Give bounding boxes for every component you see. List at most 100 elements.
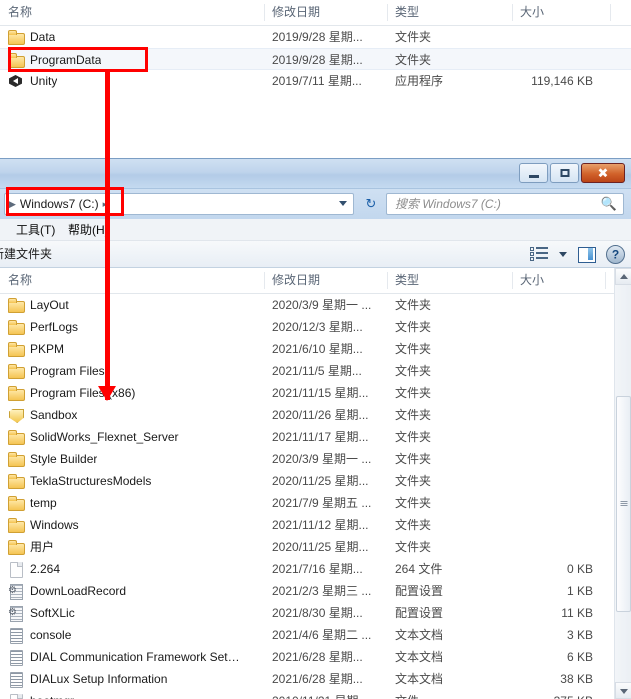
minimize-icon	[528, 175, 539, 178]
column-divider[interactable]	[610, 4, 611, 21]
table-row[interactable]: DownLoadRecord2021/2/3 星期三 ...配置设置1 KB	[0, 580, 631, 602]
menu-bar: 工具(T) 帮助(H)	[0, 219, 631, 241]
close-button[interactable]: ✖	[581, 163, 625, 183]
minimize-button[interactable]	[519, 163, 548, 183]
help-icon[interactable]	[606, 245, 625, 264]
table-row[interactable]: temp 2021/7/9 星期五 ... 文件夹	[0, 492, 631, 514]
table-row[interactable]: LayOut 2020/3/9 星期一 ... 文件夹	[0, 294, 631, 316]
views-icon[interactable]	[530, 245, 549, 264]
table-row[interactable]: bootmgr2010/11/21 星期...文件375 KB	[0, 690, 631, 699]
address-input[interactable]: ▶ Windows7 (C:) ▸	[4, 193, 354, 215]
maximize-icon	[560, 169, 569, 177]
file-name-cell[interactable]: 2.264	[8, 558, 60, 580]
column-header-type[interactable]: 类型	[387, 268, 512, 293]
breadcrumb-drive[interactable]: Windows7 (C:)	[18, 194, 101, 214]
column-header-size[interactable]: 大小	[512, 0, 610, 25]
column-header-name[interactable]: 名称	[0, 268, 264, 293]
address-dropdown-icon[interactable]	[339, 201, 347, 206]
table-row[interactable]: DIALux Setup Information 2021/6/28 星期... 文…	[0, 668, 631, 690]
file-name-cell[interactable]: bootmgr	[8, 690, 74, 699]
table-row[interactable]: SolidWorks_Flexnet_Server 2021/11/17 星期..…	[0, 426, 631, 448]
menu-item[interactable]: 帮助(H)	[68, 219, 109, 241]
folder-icon	[8, 319, 25, 335]
file-size-cell	[470, 26, 593, 48]
table-row[interactable]: Program Files 2021/11/5 星期... 文件夹	[0, 360, 631, 382]
file-name-label: Unity	[30, 74, 58, 88]
search-box[interactable]: 搜索 Windows7 (C:) 🔍	[386, 193, 624, 215]
column-header-date[interactable]: 修改日期	[264, 0, 387, 25]
scrollbar-thumb[interactable]	[616, 396, 631, 612]
column-header-type[interactable]: 类型	[387, 0, 512, 25]
text-document-icon	[8, 649, 24, 666]
maximize-button[interactable]	[550, 163, 579, 183]
file-name-cell[interactable]: Program Files (x86)	[8, 382, 135, 404]
file-name-cell[interactable]: PKPM	[8, 338, 64, 360]
breadcrumb-chevron-icon[interactable]: ▸	[103, 194, 108, 214]
window-titlebar[interactable]: ✖	[0, 159, 631, 189]
config-file-icon	[8, 605, 24, 622]
table-row[interactable]: PKPM 2021/6/10 星期... 文件夹	[0, 338, 631, 360]
table-row[interactable]: TeklaStructuresModels 2020/11/25 星期... 文件夹	[0, 470, 631, 492]
table-row[interactable]: Sandbox 2020/11/26 星期... 文件夹	[0, 404, 631, 426]
file-name-cell[interactable]: DIAL Communication Framework Set…	[8, 646, 240, 668]
file-date-cell: 2020/12/3 星期...	[272, 320, 363, 334]
folder-icon	[8, 495, 25, 511]
top-column-header: 名称 修改日期 类型 大小	[0, 0, 631, 26]
file-size-cell	[470, 536, 593, 558]
folder-icon	[8, 385, 25, 401]
table-row[interactable]: Program Files (x86) 2021/11/15 星期... 文件夹	[0, 382, 631, 404]
table-row[interactable]: Unity 2019/7/11 星期... 应用程序 119,146 KB	[0, 70, 631, 92]
search-placeholder: 搜索 Windows7 (C:)	[395, 197, 501, 211]
file-name-cell[interactable]: console	[8, 624, 71, 646]
file-name-cell[interactable]: Data	[8, 26, 55, 48]
table-row[interactable]: DIAL Communication Framework Set… 2021/6/…	[0, 646, 631, 668]
file-name-cell[interactable]: SolidWorks_Flexnet_Server	[8, 426, 179, 448]
file-name-cell[interactable]: ProgramData	[8, 49, 101, 71]
table-row[interactable]: SoftXLic2021/8/30 星期...配置设置11 KB	[0, 602, 631, 624]
breadcrumb-back-arrow-icon[interactable]: ▶	[9, 194, 16, 214]
table-row[interactable]: Style Builder 2020/3/9 星期一 ... 文件夹	[0, 448, 631, 470]
scroll-down-button[interactable]	[615, 682, 631, 699]
file-name-cell[interactable]: temp	[8, 492, 57, 514]
table-row[interactable]: Data 2019/9/28 星期... 文件夹	[0, 26, 631, 48]
column-header-date[interactable]: 修改日期	[264, 268, 387, 293]
file-name-cell[interactable]: DIALux Setup Information	[8, 668, 167, 690]
file-name-cell[interactable]: LayOut	[8, 294, 69, 316]
file-name-cell[interactable]: PerfLogs	[8, 316, 78, 338]
refresh-button[interactable]: ↻	[360, 195, 382, 213]
file-name-cell[interactable]: SoftXLic	[8, 602, 75, 624]
file-name-label: Style Builder	[30, 452, 98, 466]
search-icon[interactable]: 🔍	[601, 196, 617, 212]
lower-list-pane: 名称 修改日期 类型 大小 LayOut 2020/3/9 星期一 ... 文件夹 P…	[0, 268, 631, 699]
file-name-cell[interactable]: Style Builder	[8, 448, 97, 470]
file-name-cell[interactable]: 用户	[8, 536, 54, 558]
file-name-cell[interactable]: Sandbox	[8, 404, 77, 426]
close-icon: ✖	[597, 165, 609, 181]
table-row[interactable]: ProgramData 2019/9/28 星期... 文件夹	[0, 48, 631, 70]
new-folder-button[interactable]: 新建文件夹	[0, 241, 52, 268]
file-name-label: LayOut	[30, 298, 69, 312]
file-name-cell[interactable]: DownLoadRecord	[8, 580, 126, 602]
file-name-cell[interactable]: Windows	[8, 514, 79, 536]
column-header-name[interactable]: 名称	[0, 0, 264, 25]
table-row[interactable]: 用户 2020/11/25 星期... 文件夹	[0, 536, 631, 558]
file-size-cell: 0 KB	[566, 562, 593, 576]
column-header-size[interactable]: 大小	[512, 268, 605, 293]
table-row[interactable]: Windows 2021/11/12 星期... 文件夹	[0, 514, 631, 536]
menu-item[interactable]: 工具(T)	[16, 219, 55, 241]
screenshot-root: 名称 修改日期 类型 大小 Data 2019/9/28 星期... 文件夹 Prog…	[0, 0, 631, 699]
column-divider[interactable]	[605, 272, 606, 289]
table-row[interactable]: 2.264 2021/7/16 星期... 264 文件 0 KB	[0, 558, 631, 580]
chevron-down-icon[interactable]	[559, 252, 567, 257]
file-name-cell[interactable]: Unity	[8, 70, 57, 92]
vertical-scrollbar[interactable]	[614, 268, 631, 699]
table-row[interactable]: PerfLogs 2020/12/3 星期... 文件夹	[0, 316, 631, 338]
file-date-cell: 2021/11/17 星期...	[272, 430, 369, 444]
file-size-cell	[470, 316, 593, 338]
folder-icon	[8, 473, 25, 489]
preview-pane-icon[interactable]	[577, 245, 596, 264]
table-row[interactable]: console 2021/4/6 星期二 ... 文本文档 3 KB	[0, 624, 631, 646]
file-name-cell[interactable]: TeklaStructuresModels	[8, 470, 151, 492]
file-name-cell[interactable]: Program Files	[8, 360, 105, 382]
scroll-up-button[interactable]	[615, 268, 631, 285]
